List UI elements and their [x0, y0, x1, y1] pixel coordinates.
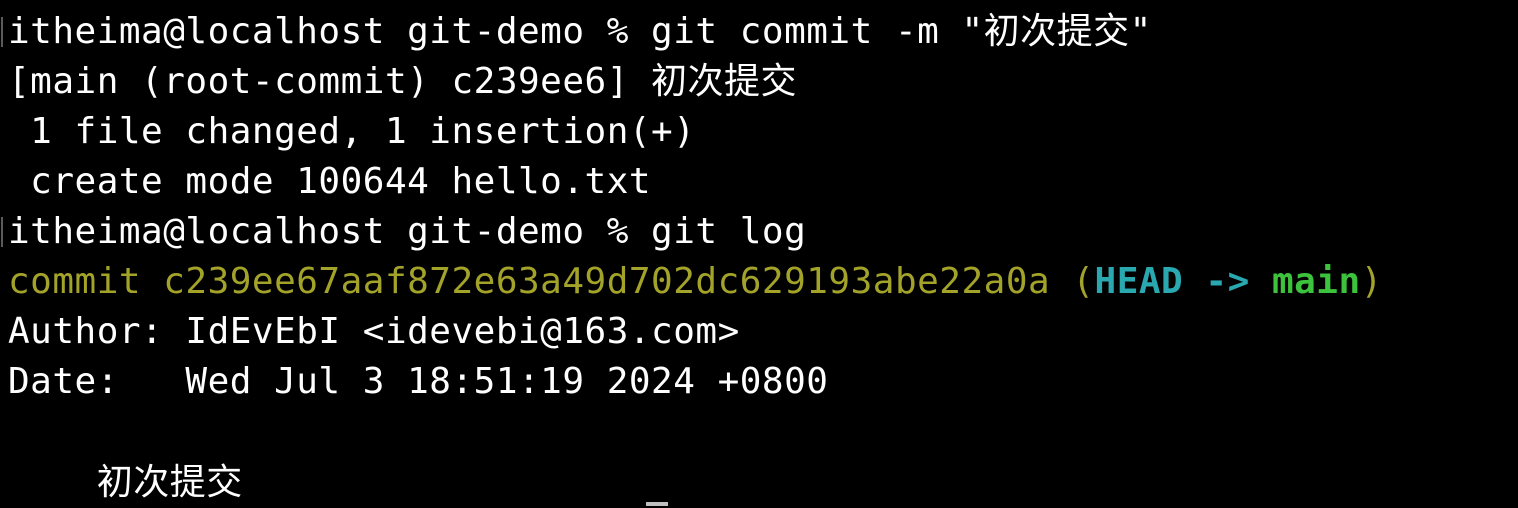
log-author-line: Author: IdEvEbI <idevebi@163.com>	[8, 311, 740, 352]
log-message-line: 初次提交	[8, 462, 243, 503]
log-date-line: Date: Wed Jul 3 18:51:19 2024 +0800	[8, 361, 829, 402]
prompt-marker	[1, 217, 3, 247]
paren-open: (	[1050, 261, 1095, 302]
terminal-window[interactable]: itheima@localhost git-demo % git commit …	[0, 0, 1518, 506]
branch-ref: main	[1271, 261, 1361, 302]
command-line-log: itheima@localhost git-demo % git log	[8, 211, 807, 252]
commit-result-line: [main (root-commit) c239ee6] 初次提交	[8, 61, 798, 102]
command-line-commit: itheima@localhost git-demo % git commit …	[8, 11, 1152, 52]
create-mode-line: create mode 100644 hello.txt	[8, 161, 652, 202]
head-ref: HEAD	[1094, 261, 1184, 302]
ref-arrow: ->	[1183, 261, 1272, 302]
prompt-marker	[1, 17, 3, 47]
log-commit-line: commit c239ee67aaf872e63a49d702dc629193a…	[8, 257, 1383, 307]
commit-hash: commit c239ee67aaf872e63a49d702dc629193a…	[8, 261, 1051, 302]
files-changed-line: 1 file changed, 1 insertion(+)	[8, 111, 696, 152]
cursor	[646, 502, 668, 506]
paren-close: )	[1360, 261, 1383, 302]
